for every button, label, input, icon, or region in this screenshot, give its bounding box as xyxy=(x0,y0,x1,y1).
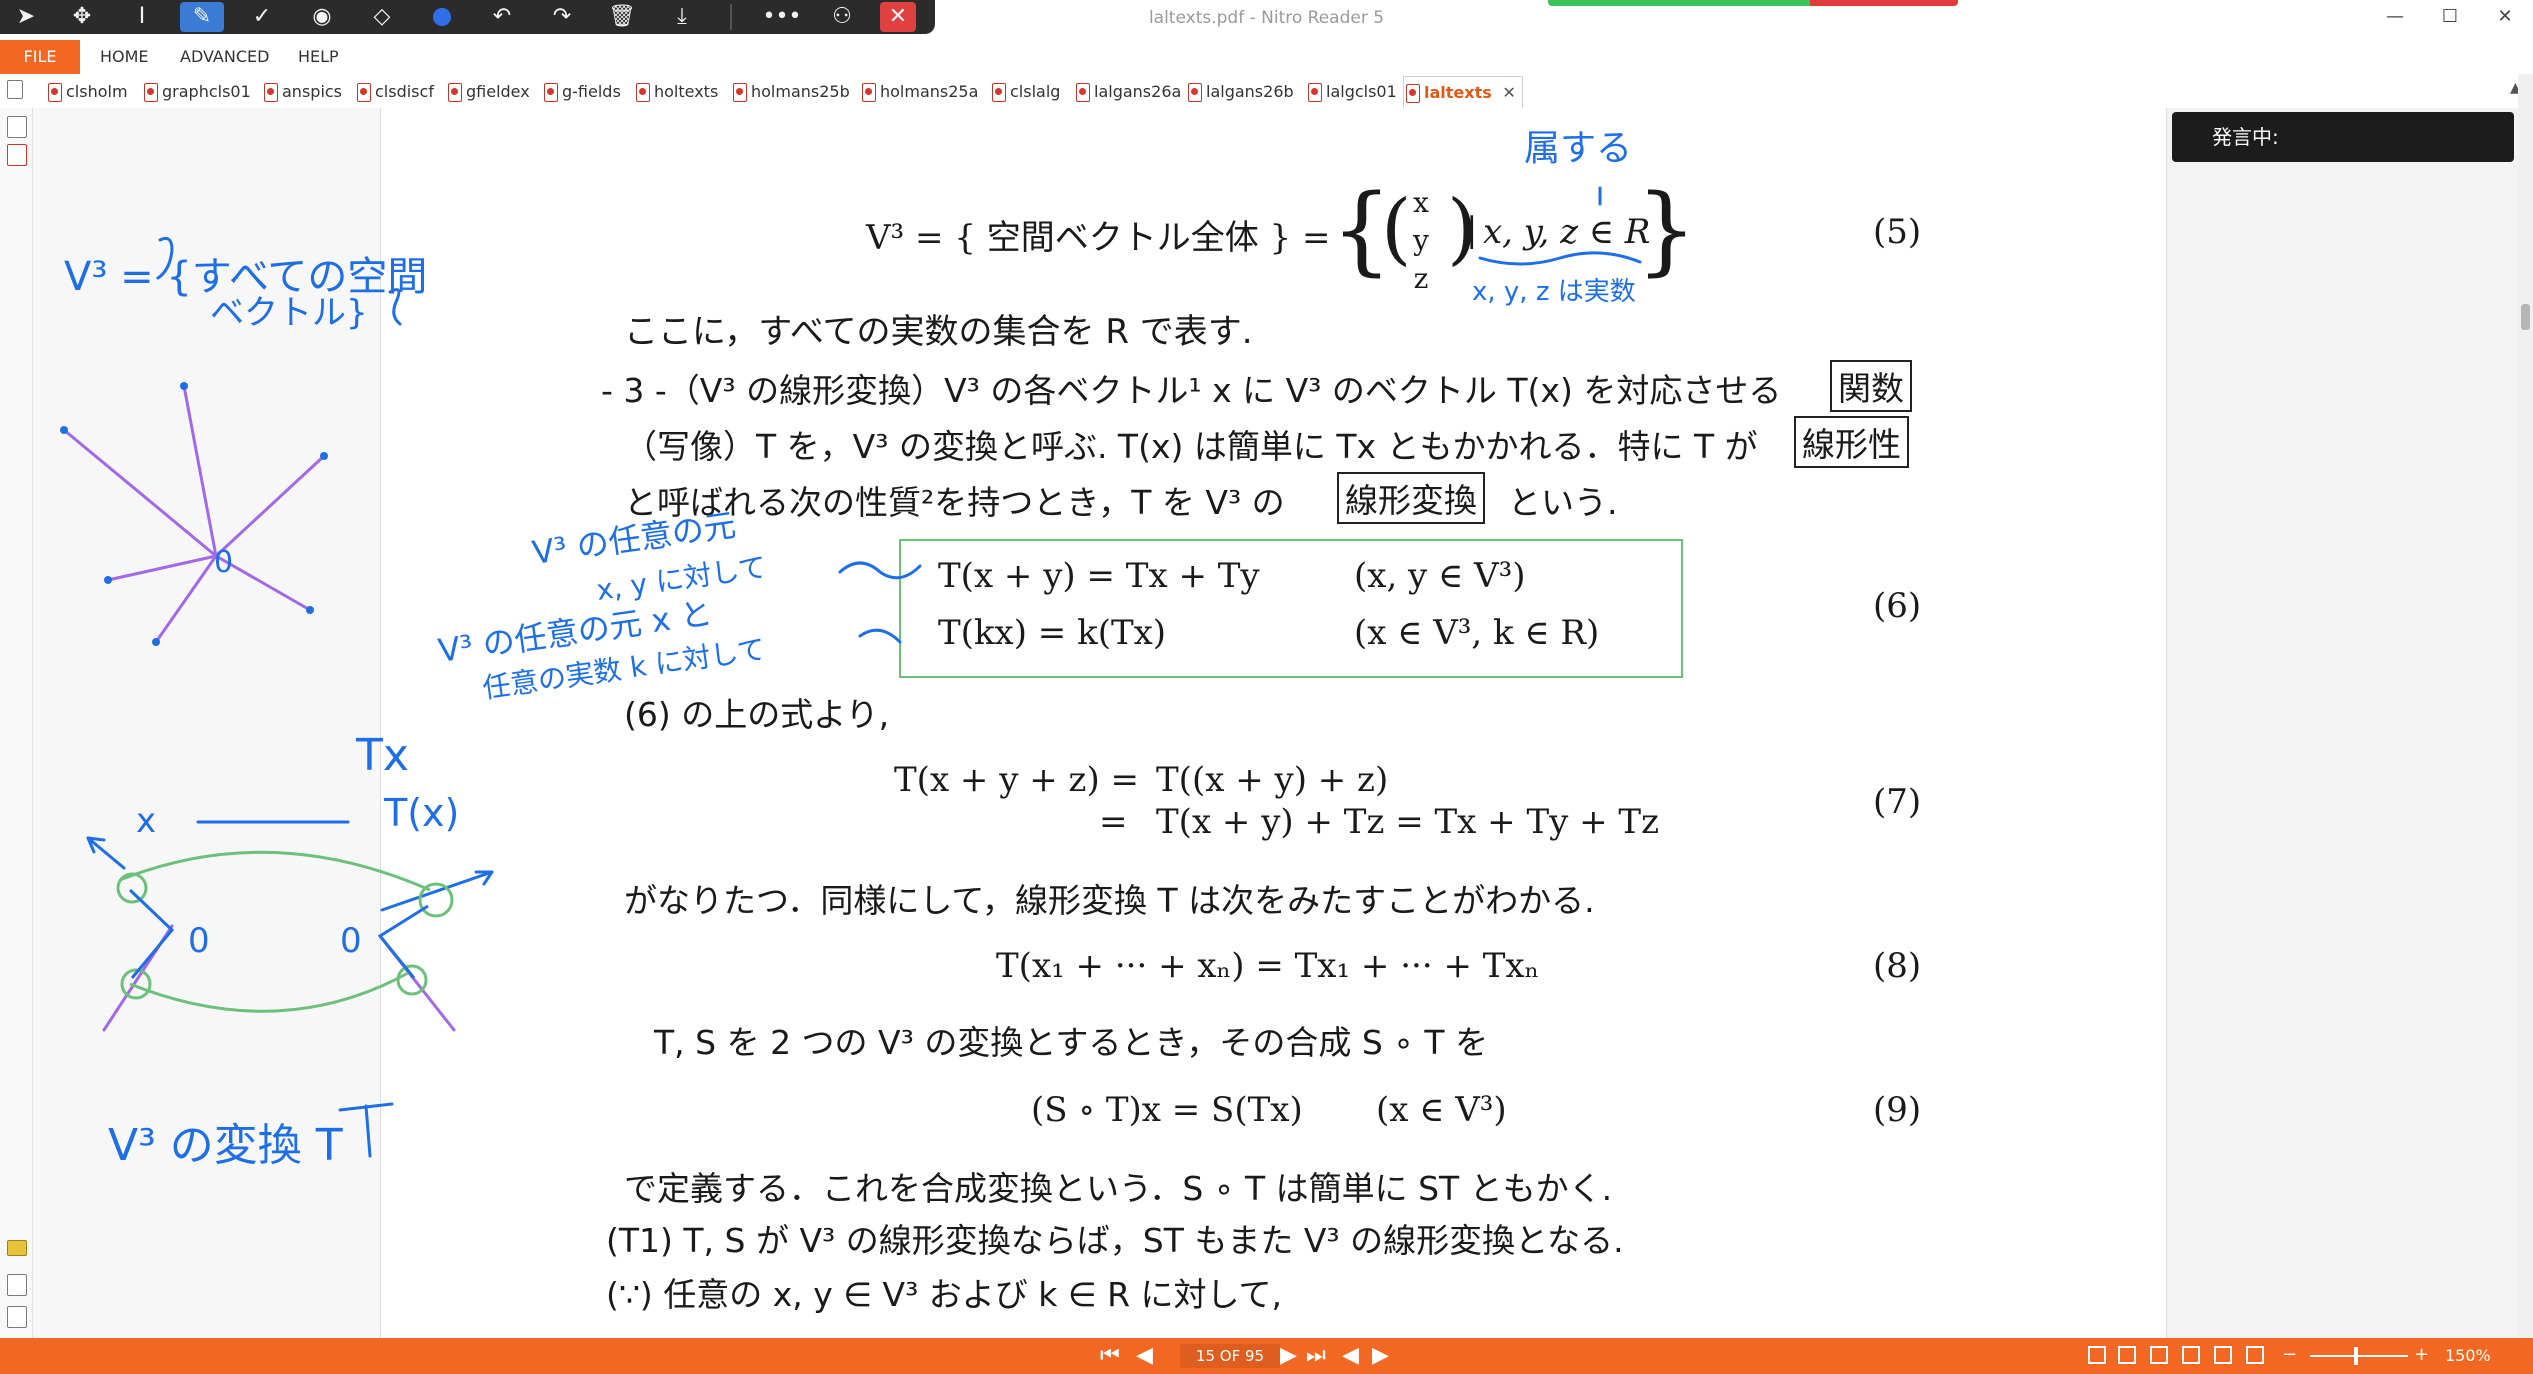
mapping-brackets xyxy=(128,888,429,979)
star-arrow-upright xyxy=(214,454,326,558)
green-circle-4 xyxy=(396,964,428,996)
status-bar: ⏮ ◀ 15 OF 95 ▶ ⏭ ◀ ▶ − + 150% xyxy=(0,1338,2533,1374)
forward-view-icon[interactable]: ▶ xyxy=(1372,1344,1389,1368)
continuous-view-icon[interactable] xyxy=(2118,1346,2136,1364)
previous-page-icon[interactable]: ◀ xyxy=(1136,1344,1153,1368)
first-page-icon[interactable]: ⏮ xyxy=(1100,1344,1120,1368)
last-page-icon[interactable]: ⏭ xyxy=(1306,1344,1326,1368)
right-side-panel xyxy=(2166,108,2519,1338)
ink-x-label: x xyxy=(136,801,156,841)
fit-width-icon[interactable] xyxy=(2246,1346,2264,1364)
upper-arc xyxy=(119,850,431,892)
star-arrow-up xyxy=(182,384,218,558)
speaking-indicator: 発言中: xyxy=(2172,112,2514,162)
next-page-icon[interactable]: ▶ xyxy=(1280,1344,1297,1368)
ink-origin-right: 0 xyxy=(340,921,362,961)
zoom-out-icon[interactable]: − xyxy=(2282,1344,2297,1365)
star-arrow-left xyxy=(106,554,218,582)
xyz-underline-wave xyxy=(1478,251,1642,266)
ink-tx: Tx xyxy=(355,730,409,781)
pointer-wave-2 xyxy=(858,628,902,644)
vector-star-diagram xyxy=(62,384,456,1032)
ink-xyz-real: x, y, z は実数 xyxy=(1472,277,1636,307)
scroll-thumb[interactable] xyxy=(2521,304,2530,330)
facing-view-icon[interactable] xyxy=(2150,1346,2168,1364)
right-bracket xyxy=(377,904,429,979)
ink-t-of-x: T(x) xyxy=(383,791,459,835)
star-endpoints xyxy=(60,382,328,646)
vertical-scrollbar[interactable] xyxy=(2518,74,2533,1338)
zoom-in-icon[interactable]: + xyxy=(2414,1344,2429,1365)
zoom-slider-knob[interactable] xyxy=(2354,1347,2358,1365)
ink-v3-note-2: ベクトル} xyxy=(210,293,368,333)
zoom-level[interactable]: 150% xyxy=(2445,1346,2491,1365)
pointer-wave-1 xyxy=(838,561,922,580)
back-view-icon[interactable]: ◀ xyxy=(1342,1344,1359,1368)
green-circle-2 xyxy=(418,882,454,918)
zoom-slider[interactable] xyxy=(2310,1355,2408,1357)
x-arrow xyxy=(86,836,126,870)
single-page-view-icon[interactable] xyxy=(2088,1346,2106,1364)
ink-belongs: 属する xyxy=(1524,128,1632,169)
facing-continuous-view-icon[interactable] xyxy=(2182,1346,2200,1364)
ink-origin-left: 0 xyxy=(188,921,210,961)
star-arrow-down xyxy=(154,554,218,644)
lower-arc xyxy=(129,970,411,1013)
ink-transform-label: V³ の変換 T xyxy=(108,1120,343,1171)
star-arrow-upleft xyxy=(62,428,218,558)
t-stroke xyxy=(338,1102,394,1158)
ink-origin-star: 0 xyxy=(214,545,233,580)
green-circle-1 xyxy=(116,872,148,904)
fit-page-icon[interactable] xyxy=(2214,1346,2232,1364)
page-indicator[interactable]: 15 OF 95 xyxy=(1180,1344,1280,1368)
handwriting-layer: V³ = {すべての空間 ベクトル} 属する x, y, z は実数 V³ の任… xyxy=(60,128,1642,1171)
